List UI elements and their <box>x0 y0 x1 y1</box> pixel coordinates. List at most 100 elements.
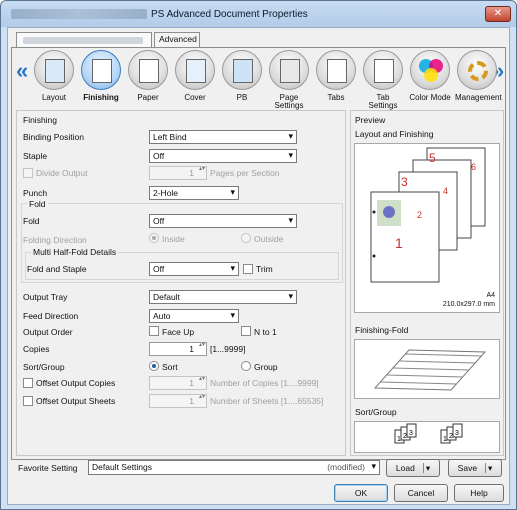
sort-group-preview: 1 2 3 1 2 3 <box>354 421 500 453</box>
output-order-label: Output Order <box>23 327 73 337</box>
sort-group-label: Sort/Group <box>23 362 65 372</box>
fold-label: Fold <box>23 216 40 226</box>
trim-label: Trim <box>256 264 273 274</box>
fold-preview-graphic <box>373 349 487 391</box>
save-dropdown-icon[interactable]: ▾ <box>485 463 493 473</box>
feed-direction-select[interactable]: Auto <box>149 309 239 323</box>
cover-icon <box>175 50 215 90</box>
divide-output-suffix: Pages per Section <box>210 168 280 178</box>
offset-sheets-stepper[interactable]: 1 <box>149 394 207 408</box>
favorite-status: (modified) <box>327 462 365 472</box>
title-bar: PS Advanced Document Properties ✕ <box>1 1 516 27</box>
dialog-window: PS Advanced Document Properties ✕ Advanc… <box>0 0 517 510</box>
layout-icon <box>34 50 74 90</box>
sort-label: Sort <box>162 362 178 372</box>
offset-copies-stepper[interactable]: 1 <box>149 376 207 390</box>
sort-b-page-1: 1 <box>443 436 447 443</box>
sort-a-page-1: 1 <box>397 436 401 443</box>
output-tray-select[interactable]: Default <box>149 290 297 304</box>
page-stack-preview: 1 3 4 5 6 2 <box>370 147 486 283</box>
favorite-setting-value: Default Settings <box>92 462 153 472</box>
favorite-setting-label: Favorite Setting <box>18 463 78 473</box>
divide-output-checkbox[interactable] <box>23 168 33 178</box>
binding-position-label: Binding Position <box>23 132 84 142</box>
category-layout[interactable]: Layout <box>32 50 76 102</box>
page-number-6: 6 <box>471 162 476 172</box>
page-number-2: 2 <box>417 210 422 220</box>
inside-radio[interactable] <box>149 233 159 243</box>
fold-and-staple-select[interactable]: Off <box>149 262 239 276</box>
category-pb[interactable]: PB <box>220 50 264 102</box>
category-bar: « » Layout Finishing Paper Cover PB Page… <box>12 48 505 110</box>
divide-output-label: Divide Output <box>36 168 88 178</box>
folding-direction-label: Folding Direction <box>23 235 87 245</box>
paper-icon <box>128 50 168 90</box>
scroll-left-icon[interactable]: « <box>16 58 28 84</box>
book-icon <box>222 50 262 90</box>
page-number-3: 3 <box>401 175 408 189</box>
category-page-settings[interactable]: Page Settings <box>267 50 311 110</box>
preview-panel: Preview Layout and Finishing 1 3 4 5 6 2… <box>350 110 504 456</box>
offset-copies-suffix: Number of Copies [1....9999] <box>210 378 319 388</box>
sort-radio[interactable] <box>149 361 159 371</box>
outside-radio[interactable] <box>241 233 251 243</box>
close-button[interactable]: ✕ <box>485 6 511 22</box>
feed-direction-label: Feed Direction <box>23 311 79 321</box>
dialog-client: Advanced « » Layout Finishing Paper Cove… <box>7 27 510 505</box>
ok-button[interactable]: OK <box>334 484 388 502</box>
outside-label: Outside <box>254 234 284 244</box>
trim-checkbox[interactable] <box>243 264 253 274</box>
category-paper[interactable]: Paper <box>126 50 170 102</box>
output-tray-label: Output Tray <box>23 292 68 302</box>
offset-output-sheets-checkbox[interactable] <box>23 396 33 406</box>
copies-stepper[interactable]: 1 <box>149 342 207 356</box>
n-to-1-checkbox[interactable] <box>241 326 251 336</box>
tab-settings-icon <box>363 50 403 90</box>
preview-label: Preview <box>355 115 386 125</box>
tab-advanced[interactable]: Advanced <box>154 32 200 47</box>
sort-b-page-3: 3 <box>455 430 459 437</box>
staple-select[interactable]: Off <box>149 149 297 163</box>
punch-select[interactable]: 2-Hole <box>149 186 239 200</box>
title-redacted <box>11 9 147 19</box>
color-mode-icon <box>410 50 450 90</box>
section-finishing: Finishing <box>23 115 58 125</box>
copies-label: Copies <box>23 344 50 354</box>
face-up-checkbox[interactable] <box>149 326 159 336</box>
tab-panel: « » Layout Finishing Paper Cover PB Page… <box>11 47 506 460</box>
staple-label: Staple <box>23 151 48 161</box>
inside-label: Inside <box>162 234 185 244</box>
load-dropdown-icon[interactable]: ▾ <box>422 463 431 473</box>
sort-group-preview-label: Sort/Group <box>355 407 397 417</box>
paper-size: A4 <box>486 292 495 299</box>
group-radio[interactable] <box>241 361 251 371</box>
n-to-1-label: N to 1 <box>254 327 277 337</box>
gear-icon <box>457 50 497 90</box>
category-tabs[interactable]: Tabs <box>314 50 358 102</box>
punch-label: Punch <box>23 188 48 198</box>
page-number-1: 1 <box>395 235 403 251</box>
fold-select[interactable]: Off <box>149 214 297 228</box>
face-up-label: Face Up <box>162 327 195 337</box>
load-label: Load <box>395 463 415 473</box>
category-finishing[interactable]: Finishing <box>79 50 123 102</box>
finishing-icon <box>81 50 121 90</box>
save-button[interactable]: Save ▾ <box>448 459 502 477</box>
category-tab-settings[interactable]: Tab Settings <box>361 50 405 110</box>
category-management[interactable]: Management <box>455 50 502 102</box>
category-cover[interactable]: Cover <box>173 50 217 102</box>
page-number-5: 5 <box>429 151 436 165</box>
tab-redacted[interactable] <box>16 32 152 47</box>
load-button[interactable]: Load ▾ <box>386 459 440 477</box>
binding-position-select[interactable]: Left Bind <box>149 130 297 144</box>
copies-range: [1...9999] <box>210 344 246 354</box>
group-label: Group <box>254 362 278 372</box>
sort-a-page-3: 3 <box>409 430 413 437</box>
sort-a-page-2: 2 <box>403 433 407 440</box>
cancel-button[interactable]: Cancel <box>394 484 448 502</box>
offset-output-copies-checkbox[interactable] <box>23 378 33 388</box>
favorite-setting-select[interactable]: Default Settings (modified) <box>88 460 380 475</box>
help-button[interactable]: Help <box>454 484 504 502</box>
category-color-mode[interactable]: Color Mode <box>408 50 452 102</box>
divide-output-stepper[interactable]: 1 <box>149 166 207 180</box>
